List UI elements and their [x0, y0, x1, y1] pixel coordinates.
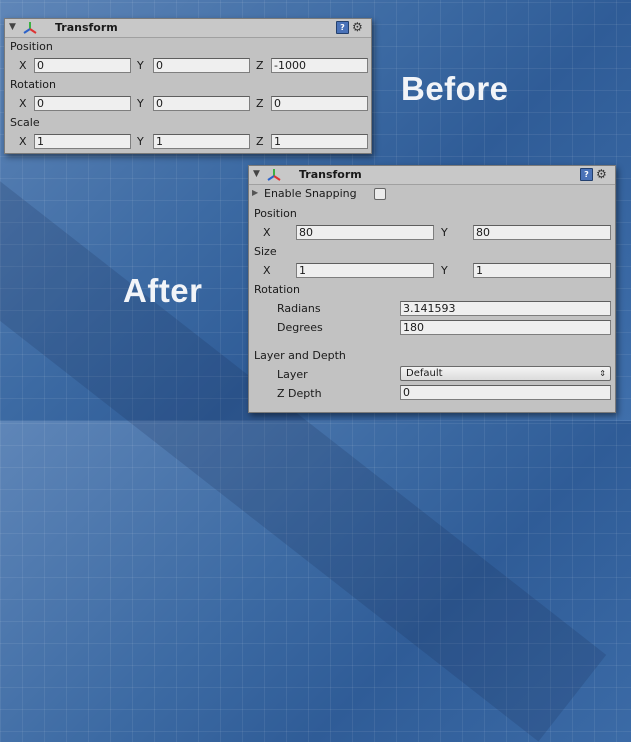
dropdown-arrows-icon: ⇕ — [599, 369, 606, 378]
help-icon[interactable]: ? — [580, 168, 593, 181]
rotation-z-label: Z — [256, 97, 264, 110]
snapping-foldout-arrow-icon[interactable]: ▶ — [252, 188, 258, 197]
scale-z-label: Z — [256, 135, 264, 148]
enable-snapping-checkbox[interactable] — [374, 188, 386, 200]
layer-and-depth-label: Layer and Depth — [254, 349, 346, 362]
radians-label: Radians — [277, 302, 321, 315]
size-label: Size — [254, 245, 277, 258]
z-depth-label: Z Depth — [277, 387, 322, 400]
rotation-x-field[interactable]: 0 — [34, 96, 131, 111]
foldout-arrow-icon[interactable]: ▼ — [9, 22, 16, 32]
scale-x-field[interactable]: 1 — [34, 134, 131, 149]
transform-panel-after: ▼ Transform ? ⚙ ▶ Enable Snapping Positi… — [248, 165, 616, 413]
size-y-field[interactable]: 1 — [473, 263, 611, 278]
layer-dropdown[interactable]: Default ⇕ — [400, 366, 611, 381]
transform-panel-before: ▼ Transform ? ⚙ Position X 0 Y 0 Z -1000… — [4, 18, 372, 154]
scale-z-field[interactable]: 1 — [271, 134, 368, 149]
scale-y-field[interactable]: 1 — [153, 134, 250, 149]
degrees-label: Degrees — [277, 321, 323, 334]
size-y-label: Y — [441, 264, 448, 277]
size-x-label: X — [263, 264, 271, 277]
degrees-field[interactable]: 180 — [400, 320, 611, 335]
radians-field[interactable]: 3.141593 — [400, 301, 611, 316]
position-label: Position — [254, 207, 297, 220]
transform-axes-icon — [23, 22, 37, 34]
foldout-arrow-icon[interactable]: ▼ — [253, 169, 260, 179]
rotation-label: Rotation — [254, 283, 301, 296]
position-y-label: Y — [137, 59, 144, 72]
position-z-label: Z — [256, 59, 264, 72]
before-label: Before — [401, 70, 509, 107]
position-x-field[interactable]: 80 — [296, 225, 434, 240]
position-x-field[interactable]: 0 — [34, 58, 131, 73]
panel-title: Transform — [299, 168, 362, 181]
position-y-field[interactable]: 80 — [473, 225, 611, 240]
panel-header: ▼ Transform ? ⚙ — [5, 19, 371, 38]
layer-label: Layer — [277, 368, 308, 381]
size-x-field[interactable]: 1 — [296, 263, 434, 278]
help-icon[interactable]: ? — [336, 21, 349, 34]
rotation-y-label: Y — [137, 97, 144, 110]
transform-axes-icon — [267, 169, 281, 181]
rotation-y-field[interactable]: 0 — [153, 96, 250, 111]
rotation-label: Rotation — [10, 78, 57, 91]
position-x-label: X — [19, 59, 27, 72]
position-x-label: X — [263, 226, 271, 239]
gear-icon[interactable]: ⚙ — [352, 20, 363, 34]
scale-y-label: Y — [137, 135, 144, 148]
scale-label: Scale — [10, 116, 40, 129]
rotation-z-field[interactable]: 0 — [271, 96, 368, 111]
position-y-label: Y — [441, 226, 448, 239]
panel-header: ▼ Transform ? ⚙ — [249, 166, 615, 185]
rotation-x-label: X — [19, 97, 27, 110]
panel-title: Transform — [55, 21, 118, 34]
position-z-field[interactable]: -1000 — [271, 58, 368, 73]
position-label: Position — [10, 40, 53, 53]
enable-snapping-label: Enable Snapping — [264, 187, 357, 200]
z-depth-field[interactable]: 0 — [400, 385, 611, 400]
scale-x-label: X — [19, 135, 27, 148]
position-y-field[interactable]: 0 — [153, 58, 250, 73]
gear-icon[interactable]: ⚙ — [596, 167, 607, 181]
after-label: After — [123, 272, 203, 309]
layer-dropdown-value: Default — [406, 368, 443, 379]
